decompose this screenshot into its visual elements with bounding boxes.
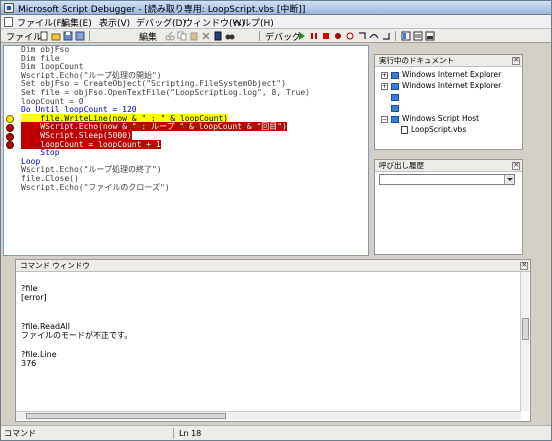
code-line: Stop: [21, 148, 60, 158]
breakpoint-icon[interactable]: [6, 133, 14, 141]
open-folder-icon[interactable]: [51, 31, 61, 41]
tree-item[interactable]: LoopScript.vbs: [401, 125, 466, 135]
binoculars-icon[interactable]: [225, 31, 235, 41]
delete-icon[interactable]: [201, 31, 211, 41]
command-line: [21, 303, 132, 312]
scrollbar-thumb[interactable]: [26, 413, 226, 419]
breakpoint-icon[interactable]: [6, 141, 14, 149]
command-window-icon[interactable]: [425, 31, 435, 41]
toolbar: ファイル 編集 デバッグ: [1, 29, 551, 43]
vertical-scrollbar[interactable]: [520, 272, 529, 411]
script-host-icon: [391, 115, 399, 123]
toolbar-debug-label: デバッグ: [265, 33, 302, 43]
running-documents-title: 実行中のドキュメント: [375, 55, 522, 67]
menu-edit[interactable]: 編集(E): [61, 16, 92, 29]
document-icon[interactable]: [4, 17, 13, 27]
toolbar-file-label: ファイル: [6, 33, 43, 43]
close-icon[interactable]: [512, 160, 520, 170]
scrollbar-thumb[interactable]: [522, 318, 529, 340]
command-line: ファイルのモードが不正です。: [21, 330, 133, 340]
tree-item-label: LoopScript.vbs: [411, 125, 467, 134]
window-title: Microsoft Script Debugger - [読み取り専用: Loo…: [18, 5, 306, 15]
command-line: 376: [21, 359, 37, 369]
menu-view[interactable]: 表示(V): [99, 16, 130, 29]
clear-breakpoints-icon[interactable]: [345, 31, 355, 41]
breakpoint-line: WScript.Sleep(5000): [21, 130, 132, 140]
ie-icon: [391, 104, 399, 112]
status-line-position: Ln 18: [179, 429, 202, 438]
paste-icon[interactable]: [189, 31, 199, 41]
status-bar: コマンド Ln 18: [1, 425, 551, 440]
stop-debugging-icon[interactable]: [321, 31, 331, 41]
call-stack-title: 呼び出し履歴: [375, 160, 522, 172]
code-area: Dim objFso Dim file Dim loopCount Wscrip…: [21, 45, 310, 192]
expand-icon[interactable]: +: [381, 71, 388, 79]
find-icon[interactable]: [213, 31, 223, 41]
tree-item-label: Windows Internet Explorer: [402, 70, 502, 79]
tree-item[interactable]: [391, 92, 402, 102]
debugger-window: Microsoft Script Debugger - [読み取り専用: Loo…: [0, 0, 552, 441]
tree-item-label: Windows Internet Explorer: [402, 81, 502, 90]
running-documents-icon[interactable]: [401, 31, 411, 41]
command-line: ?file: [21, 284, 38, 293]
call-stack-dropdown[interactable]: [379, 174, 515, 185]
command-line: [21, 312, 132, 321]
cut-icon[interactable]: [165, 31, 175, 41]
code-line: loopCount = loopCount + 1: [21, 139, 310, 150]
breakpoint-gutter[interactable]: [4, 46, 17, 255]
toolbar-edit-label: 編集: [139, 33, 158, 43]
close-icon[interactable]: [520, 260, 528, 270]
toolbar-separator: [259, 31, 260, 41]
code-line: Dim objFso: [21, 45, 70, 54]
horizontal-scrollbar[interactable]: [16, 411, 521, 420]
script-editor[interactable]: Dim objFso Dim file Dim loopCount Wscrip…: [3, 45, 369, 256]
command-line: [21, 340, 132, 349]
menu-help[interactable]: ヘルプ(H): [233, 16, 274, 29]
step-out-icon[interactable]: [381, 31, 391, 41]
new-file-icon[interactable]: [39, 31, 49, 41]
toolbar-separator: [89, 31, 90, 41]
status-mode: コマンド: [4, 428, 174, 439]
step-into-icon[interactable]: [357, 31, 367, 41]
menu-file[interactable]: ファイル(F): [17, 16, 65, 29]
title-bar[interactable]: Microsoft Script Debugger - [読み取り専用: Loo…: [1, 1, 551, 15]
command-window-title: コマンド ウィンドウ: [16, 260, 530, 272]
menu-debug[interactable]: デバッグ(D): [136, 16, 186, 29]
current-line-marker-icon: [6, 115, 14, 123]
command-line: [error]: [21, 293, 47, 303]
script-file-icon: [401, 126, 408, 134]
toggle-breakpoint-icon[interactable]: [333, 31, 343, 41]
tree-item[interactable]: − Windows Script Host: [381, 114, 479, 124]
ie-icon: [391, 82, 399, 90]
running-documents-pane: 実行中のドキュメント + Windows Internet Explorer + W…: [374, 54, 523, 150]
app-icon: [4, 3, 14, 13]
breakpoint-line: WScript.Echo(now & " : ループ " & loopCount…: [21, 122, 287, 132]
collapse-icon[interactable]: −: [381, 115, 388, 123]
tree-item[interactable]: [391, 103, 402, 113]
command-line: ?file.Line: [21, 349, 57, 359]
break-icon[interactable]: [309, 31, 319, 41]
command-line: ?file.ReadAll: [21, 321, 70, 331]
command-output[interactable]: ?file [error] ?file.ReadAll ファイルのモードが不正で…: [21, 284, 132, 369]
save-all-icon[interactable]: [75, 31, 85, 41]
command-window[interactable]: コマンド ウィンドウ ?file [error] ?file.ReadAll フ…: [15, 259, 531, 422]
menu-bar: ファイル(F) 編集(E) 表示(V) デバッグ(D) ウィンドウ(W) ヘルプ…: [1, 15, 551, 29]
call-stack-icon[interactable]: [413, 31, 423, 41]
ie-icon: [391, 71, 399, 79]
run-icon[interactable]: [297, 31, 307, 41]
tree-item[interactable]: + Windows Internet Explorer: [381, 70, 501, 80]
copy-icon[interactable]: [177, 31, 187, 41]
toolbar-separator: [395, 31, 396, 41]
expand-icon[interactable]: +: [381, 82, 388, 90]
step-over-icon[interactable]: [369, 31, 379, 41]
save-icon[interactable]: [63, 31, 73, 41]
tree-item-label: Windows Script Host: [402, 114, 480, 123]
tree-item[interactable]: + Windows Internet Explorer: [381, 81, 501, 91]
call-stack-pane: 呼び出し履歴: [374, 159, 523, 255]
ie-icon: [391, 93, 399, 101]
breakpoint-icon[interactable]: [6, 124, 14, 132]
code-line: Wscript.Echo("ファイルのクローズ"): [21, 182, 170, 192]
close-icon[interactable]: [512, 55, 520, 65]
chevron-down-icon[interactable]: [504, 175, 514, 184]
